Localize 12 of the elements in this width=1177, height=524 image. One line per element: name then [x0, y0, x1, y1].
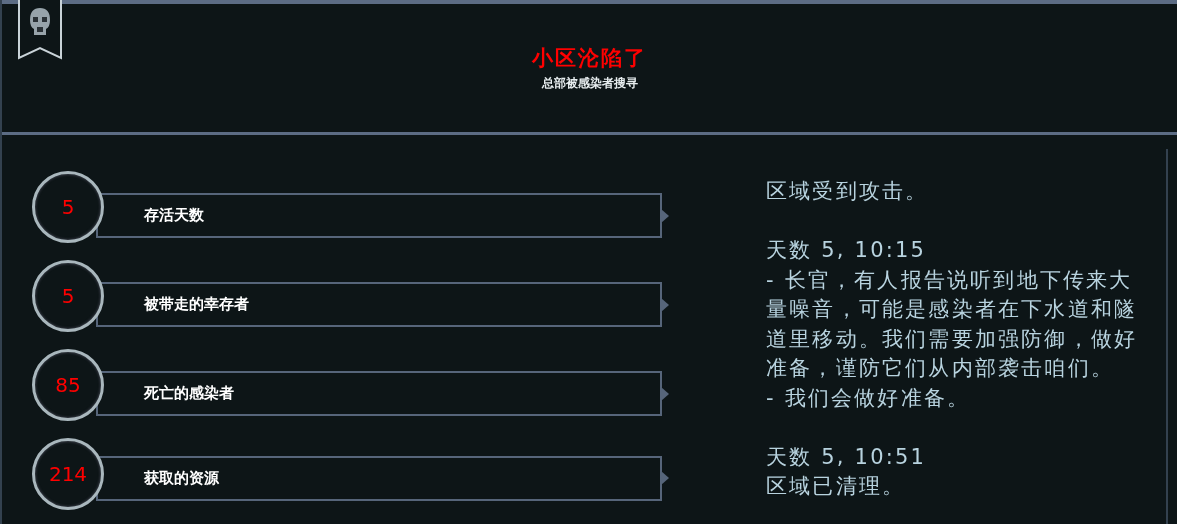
log-message: - 我们会做好准备。 — [766, 384, 972, 412]
stat-value: 5 — [32, 171, 104, 243]
page-title: 小区沦陷了 — [532, 47, 647, 69]
stat-value: 85 — [32, 349, 104, 421]
page-subtitle: 总部被感染者搜寻 — [541, 76, 638, 89]
log-message: 区域受到攻击。 — [766, 178, 930, 205]
log-message: 区域已清理。 — [766, 473, 907, 500]
stat-value: 5 — [32, 260, 104, 332]
stat-value: 214 — [32, 438, 104, 510]
log-message: - 长官，有人报告说听到地下传来大量噪音，可能是感染者在下水道和隧道里移动。我们需要加强防御，做好准备，谨防它们从内部袭击咱们。 — [766, 266, 1139, 382]
log-timestamp: 天数 5, 10:51 — [766, 443, 928, 471]
log-timestamp: 天数 5, 10:15 — [766, 237, 928, 264]
